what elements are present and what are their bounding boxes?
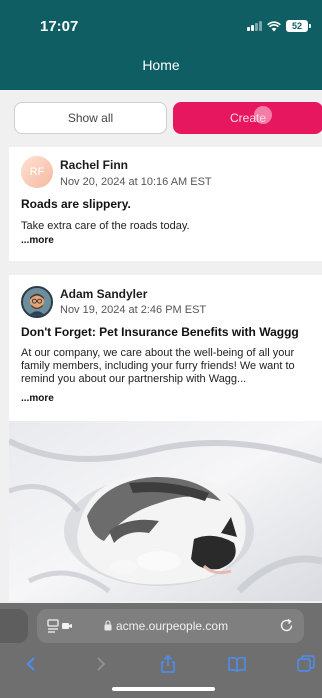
avatar[interactable]	[21, 286, 53, 318]
post-card[interactable]: RF Rachel Finn Nov 20, 2024 at 10:16 AM …	[9, 147, 322, 261]
post-body: At our company, we care about the well-b…	[21, 347, 295, 385]
touch-indicator	[254, 106, 272, 124]
url-text[interactable]: acme.ourpeople.com	[116, 619, 228, 633]
forward-icon[interactable]	[92, 655, 110, 673]
post-timestamp: Nov 19, 2024 at 2:46 PM EST	[60, 304, 207, 316]
show-all-button[interactable]: Show all	[14, 102, 167, 134]
status-bar: 17:07 52	[0, 0, 322, 44]
address-bar[interactable]: acme.ourpeople.com	[37, 609, 304, 643]
status-icons: 52	[247, 20, 311, 32]
post-image[interactable]	[9, 421, 322, 601]
tabs-icon[interactable]	[297, 655, 315, 673]
avatar-illustration	[23, 288, 51, 316]
signal-icon	[247, 21, 262, 31]
app-header: Home	[0, 44, 322, 90]
back-icon[interactable]	[22, 655, 40, 673]
browser-toolbar: acme.ourpeople.com	[0, 603, 322, 698]
share-icon[interactable]	[159, 655, 177, 673]
bookmarks-icon[interactable]	[228, 655, 246, 673]
more-link[interactable]: ...more	[21, 393, 54, 404]
status-time: 17:07	[40, 18, 79, 35]
previous-tab-preview[interactable]	[0, 609, 28, 643]
create-button[interactable]: Create	[173, 102, 322, 134]
post-body: Take extra care of the roads today.	[21, 220, 190, 232]
post-author[interactable]: Adam Sandyler	[60, 287, 147, 301]
post-timestamp: Nov 20, 2024 at 10:16 AM EST	[60, 176, 212, 188]
home-indicator[interactable]	[112, 687, 215, 691]
post-author[interactable]: Rachel Finn	[60, 158, 128, 172]
page-title: Home	[142, 57, 180, 73]
reload-icon[interactable]	[279, 618, 294, 633]
sleeping-cat-photo	[9, 421, 322, 601]
page-menu-icon[interactable]	[47, 619, 73, 633]
post-card[interactable]: Adam Sandyler Nov 19, 2024 at 2:46 PM ES…	[9, 275, 322, 601]
post-title[interactable]: Don't Forget: Pet Insurance Benefits wit…	[21, 325, 316, 339]
lock-icon	[104, 620, 112, 631]
battery-icon: 52	[286, 20, 311, 32]
more-link[interactable]: ...more	[21, 235, 54, 246]
wifi-icon	[267, 20, 281, 31]
avatar[interactable]: RF	[21, 156, 53, 188]
filter-tab-row: Show all Create	[0, 90, 322, 146]
post-title[interactable]: Roads are slippery.	[21, 197, 316, 211]
